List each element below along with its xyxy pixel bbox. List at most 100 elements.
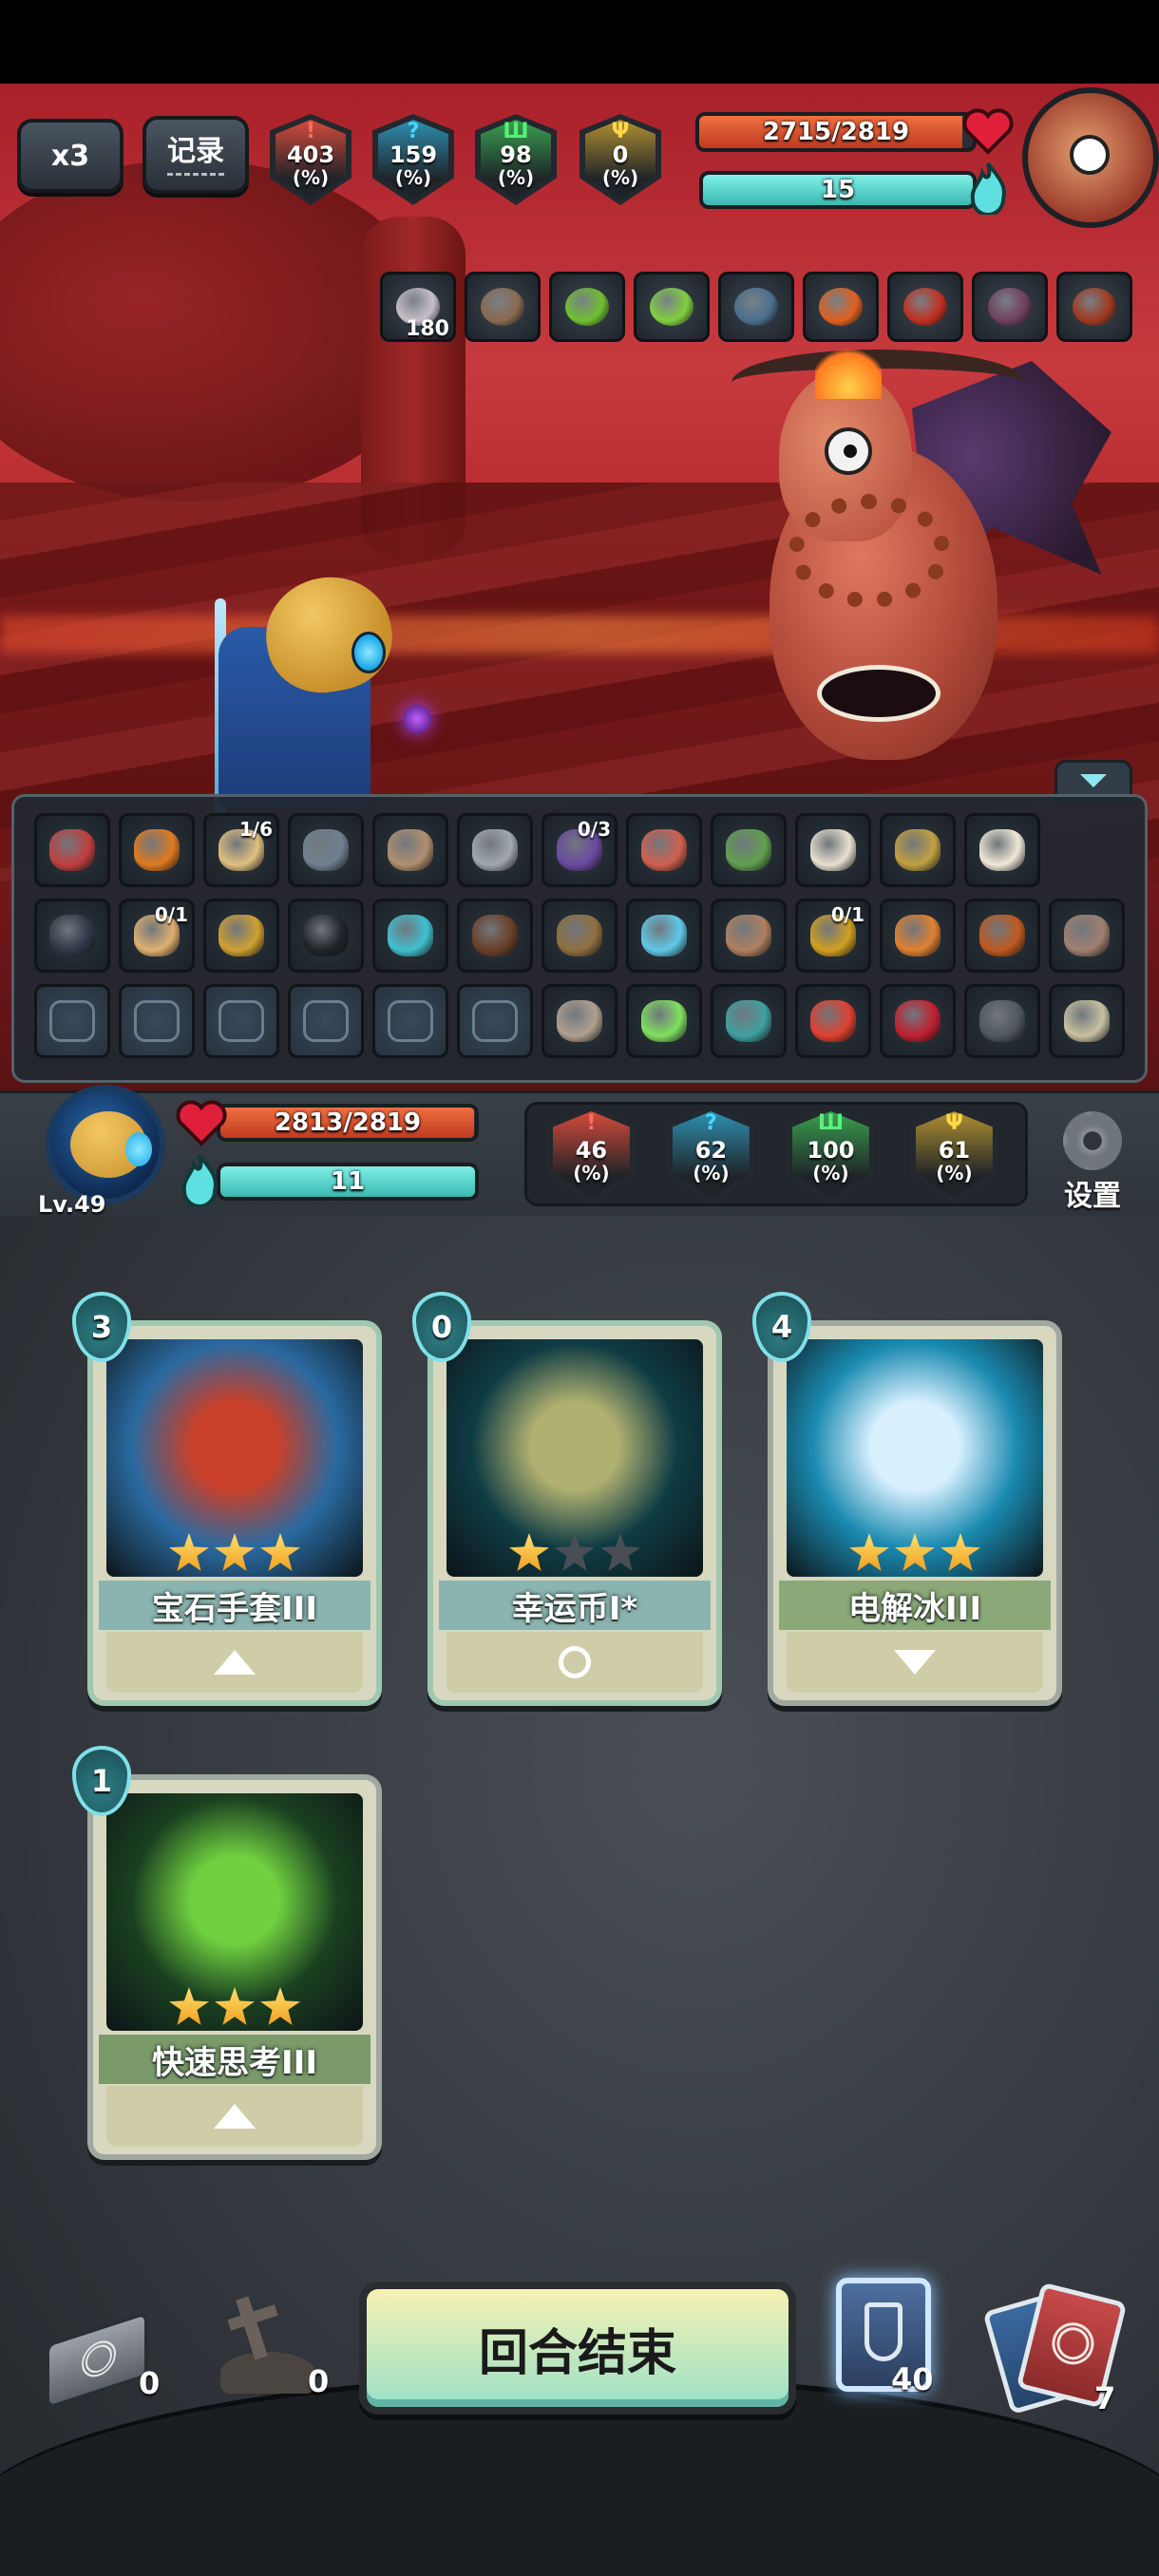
relic-bear-trap[interactable] [964,984,1040,1058]
card-1[interactable]: 幸运币I* 0 [412,1292,722,1706]
star-icon [215,1987,255,2025]
relic-sunglasses[interactable] [288,899,364,973]
relic-hammer[interactable] [288,813,364,887]
card-3[interactable]: 快速思考III 1 [72,1746,382,2160]
statue-icon [734,288,778,326]
enemy-relic-dark-wing[interactable] [972,272,1048,342]
exhaust-pile[interactable]: 0 [38,2310,171,2411]
card-stars [433,1533,716,1571]
end-turn-button[interactable]: 回合结束 [359,2282,796,2415]
relic-green-vial[interactable] [626,984,702,1058]
card-0[interactable]: 宝石手套III 3 [72,1292,382,1706]
relic-fish[interactable] [711,984,787,1058]
enemy-stat-unit: (%) [292,166,330,189]
discard-pile-count: 0 [308,2363,330,2399]
green-vial-icon [641,1000,687,1042]
relic-bandage-mummy[interactable] [1049,984,1125,1058]
mirror-icon [388,829,433,871]
card-footer [446,1632,703,1693]
settings-button[interactable]: 设置 [1045,1111,1140,1214]
player-portrait-eye [125,1132,152,1166]
enemy-relic-statue[interactable] [718,272,794,342]
bomb-face-icon [979,915,1025,957]
relic-scales[interactable] [457,813,533,887]
relic-ice-cream[interactable] [964,813,1040,887]
relic-locked-rune-4[interactable] [288,984,364,1058]
relic-bomb-face[interactable] [964,899,1040,973]
relic-bird-bust[interactable] [1049,899,1125,973]
relic-clown-face[interactable] [34,813,110,887]
arrow-down-icon [894,1650,936,1675]
clown-face-icon [49,829,95,871]
relic-lion-head[interactable] [880,899,956,973]
player-stat-icon: Ш [817,1111,845,1135]
relic-locked-rune-2[interactable] [119,984,195,1058]
speed-button[interactable]: x3 [17,119,124,193]
player-hp-bar: 2813/2819 [217,1104,479,1142]
relic-golden-lamp[interactable] [203,899,279,973]
star-icon [895,1533,935,1571]
enemy-mana-text: 15 [820,176,856,204]
relic-badge: 1/6 [238,818,273,841]
arrow-up-icon [214,1650,256,1675]
relic-ice-crystal[interactable] [626,899,702,973]
relic-compass[interactable] [880,813,956,887]
relic-pacifier[interactable]: 0/1 [119,899,195,973]
enemy-relic-spellbook[interactable] [465,272,541,342]
enemy-portrait[interactable] [1022,87,1159,228]
ice-crystal-icon [641,915,687,957]
relic-black-wings[interactable] [34,899,110,973]
monster-mouth [817,665,940,722]
card-2[interactable]: 电解冰III 4 [752,1292,1062,1706]
enemy-relic-green-gem[interactable] [549,272,625,342]
relic-locked-rune-6[interactable] [457,984,533,1058]
relic-plant-monster[interactable] [711,813,787,887]
relic-mirror[interactable] [372,813,448,887]
claw-icon [903,288,947,326]
relic-badge: 0/1 [154,903,188,926]
draw-pile[interactable]: 7 [982,2282,1150,2418]
relic-badge: 0/1 [830,903,864,926]
relic-locked-rune-3[interactable] [203,984,279,1058]
relic-cyan-orb[interactable] [372,899,448,973]
monster-beads [788,494,950,608]
heart-icon [961,104,1015,158]
relic-cauldron[interactable] [542,984,618,1058]
enemy-relic-bead-ring[interactable] [1056,272,1132,342]
relic-sack[interactable] [457,899,533,973]
potion-deck-button[interactable]: 40 [836,2278,934,2397]
relic-lantern[interactable]: 0/1 [795,899,871,973]
relic-fire-torch[interactable] [119,813,195,887]
hero-dark-orb [403,705,431,733]
relic-shell[interactable] [711,899,787,973]
relic-dice[interactable] [795,813,871,887]
bear-trap-icon [979,1000,1025,1042]
heart-icon [175,1096,228,1149]
enemy-relic-spiral-token[interactable]: 180 [380,272,456,342]
relic-locked-rune-1[interactable] [34,984,110,1058]
relic-locked-rune-5[interactable] [372,984,448,1058]
cauldron-icon [557,1000,602,1042]
exhaust-pile-count: 0 [139,2365,161,2401]
relic-mask[interactable] [542,899,618,973]
exhaust-pile-icon [46,2310,148,2411]
relic-scroll[interactable]: 1/6 [203,813,279,887]
log-button[interactable]: 记录 [142,116,249,194]
player-stat-icon: Ψ [945,1111,963,1135]
player-stat-icon: ? [705,1111,717,1135]
enemy-relic-claw[interactable] [887,272,963,342]
relic-doll[interactable] [626,813,702,887]
enemy-relic-flame-shard[interactable] [803,272,879,342]
enemy-relic-green-gem-2[interactable] [634,272,710,342]
relic-tome[interactable]: 0/3 [542,813,618,887]
cyan-orb-icon [388,915,433,957]
discard-pile[interactable]: 0 [203,2285,346,2409]
card-footer [787,1632,1043,1693]
chevron-down-icon [1080,774,1107,787]
enemy-stat-value: 403 [286,142,335,168]
locked-rune-4-icon [303,1000,349,1042]
relic-strawberry[interactable] [795,984,871,1058]
locked-rune-6-icon [472,1000,518,1042]
relic-red-glove[interactable] [880,984,956,1058]
player-portrait[interactable] [46,1085,165,1204]
